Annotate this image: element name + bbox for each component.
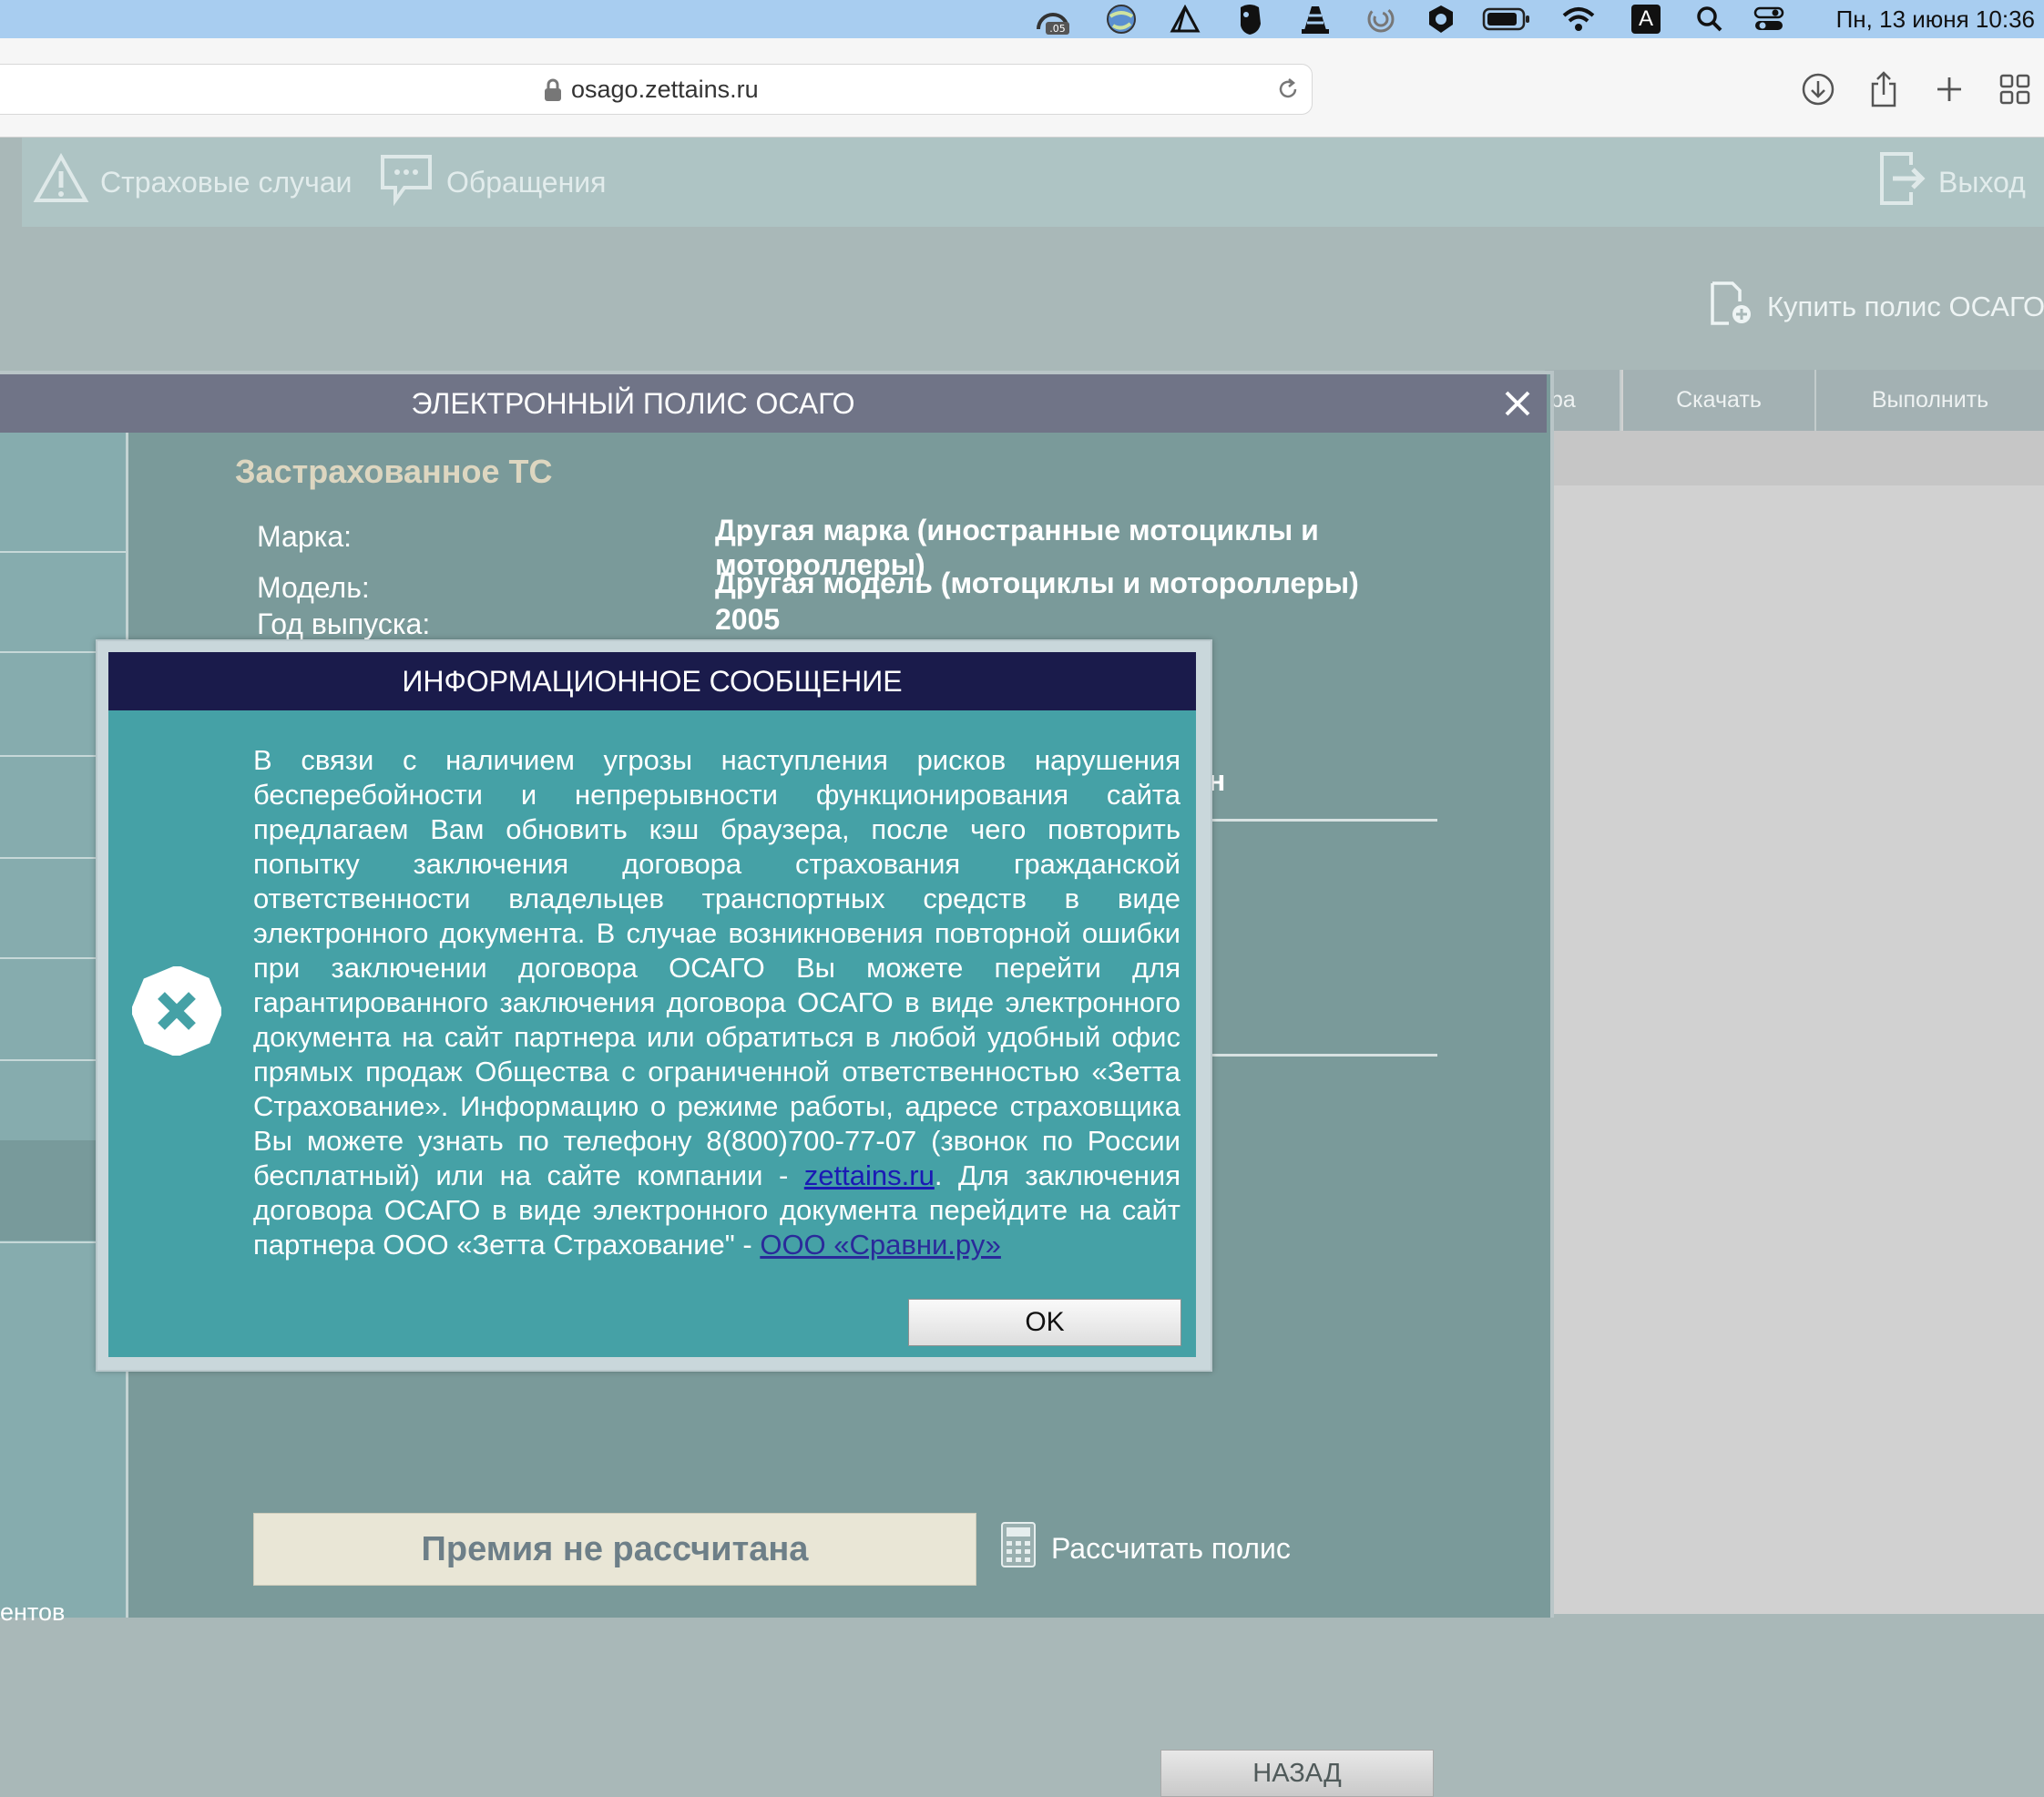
input-source-icon[interactable]: A [1627,0,1665,38]
control-center-icon[interactable] [1749,0,1789,38]
macos-menu-bar: .05 A Пн, 13 июня 10:36 [0,0,2044,38]
tab-overview-icon[interactable] [1993,67,2037,111]
year-label: Год выпуска: [257,608,431,640]
share-icon[interactable] [1862,67,1906,111]
vlc-icon[interactable] [1295,0,1335,38]
warning-icon [33,152,100,211]
table-subheader [1545,431,2044,485]
info-modal-title: ИНФОРМАЦИОННОЕ СООБЩЕНИЕ [108,652,1196,710]
sravni-link[interactable]: ООО «Сравни.ру» [760,1229,1001,1261]
sync-icon[interactable] [1361,0,1401,38]
divider [1208,819,1437,822]
new-document-icon [1707,280,1767,334]
shield-icon[interactable] [1421,0,1461,38]
background-table: ра Скачать Выполнить [1545,370,2044,1614]
info-message-modal: ИНФОРМАЦИОННОЕ СООБЩЕНИЕ В связи с налич… [96,639,1212,1372]
back-button[interactable]: НАЗАД [1160,1750,1434,1797]
table-header-download[interactable]: Скачать [1623,370,1816,431]
section-title: Застрахованное ТС [235,453,553,490]
spotlight-icon[interactable] [1691,0,1729,38]
url-text[interactable]: osago.zettains.ru [571,65,759,114]
side-panel-label[interactable]: ентов [0,1598,65,1627]
make-label: Марка: [257,520,352,553]
battery-icon[interactable] [1479,0,1534,38]
chat-icon [377,149,446,215]
calculate-policy-button[interactable]: Рассчитать полис [1000,1518,1291,1578]
ok-button[interactable]: OK [908,1299,1181,1346]
policy-dialog-title: ЭЛЕКТРОННЫЙ ПОЛИС ОСАГО [411,387,855,420]
divider [1208,1054,1437,1057]
policy-dialog-header: ЭЛЕКТРОННЫЙ ПОЛИС ОСАГО [0,374,1547,433]
lock-icon [543,78,563,107]
download-icon[interactable] [1796,67,1840,111]
activity-monitor-icon[interactable]: .05 [1027,0,1078,38]
nav-appeals-label: Обращения [446,165,607,199]
zettains-link[interactable]: zettains.ru [804,1159,935,1191]
divider [0,551,126,553]
address-bar[interactable]: osago.zettains.ru [0,64,1313,115]
nav-logout[interactable]: Выход [1876,138,2026,227]
affinity-icon[interactable] [1166,0,1204,38]
nav-appeals[interactable]: Обращения [377,138,606,227]
calculate-policy-label: Рассчитать полис [1051,1531,1291,1565]
table-header-execute[interactable]: Выполнить [1816,370,2044,431]
reload-icon[interactable] [1275,77,1301,107]
logout-icon [1876,148,1938,216]
globe-icon[interactable] [1102,0,1140,38]
nav-insurance-cases-label: Страховые случаи [100,165,353,199]
evernote-icon[interactable] [1230,0,1270,38]
nav-insurance-cases[interactable]: Страховые случаи [33,138,353,227]
menubar-clock[interactable]: Пн, 13 июня 10:36 [1836,0,2035,38]
new-tab-icon[interactable] [1927,67,1971,111]
table-header-partial[interactable]: ра [1545,370,1621,431]
info-text-part1: В связи с наличием угрозы наступления ри… [253,744,1180,1191]
model-label: Модель: [257,571,370,604]
calculator-icon [1000,1521,1051,1576]
error-icon [130,965,223,1057]
year-value: 2005 [715,603,781,636]
info-message-text: В связи с наличием угрозы наступления ри… [253,743,1180,1262]
browser-toolbar: osago.zettains.ru [0,38,2044,138]
premium-status: Премия не рассчитана [253,1513,976,1586]
nav-logout-label: Выход [1938,165,2026,199]
input-source-label: A [1631,5,1661,34]
info-modal-body: ИНФОРМАЦИОННОЕ СООБЩЕНИЕ В связи с налич… [108,652,1196,1357]
activity-badge: .05 [1049,23,1066,35]
wifi-icon[interactable] [1558,0,1599,38]
buy-policy-label: Купить полис ОСАГО [1767,291,2044,322]
buy-policy-link[interactable]: Купить полис ОСАГО [1707,280,2044,334]
close-icon[interactable] [1499,385,1536,422]
model-value: Другая модель (мотоциклы и мотороллеры) [715,567,1359,599]
site-top-nav: Страховые случаи Обращения Выход [22,138,2044,227]
